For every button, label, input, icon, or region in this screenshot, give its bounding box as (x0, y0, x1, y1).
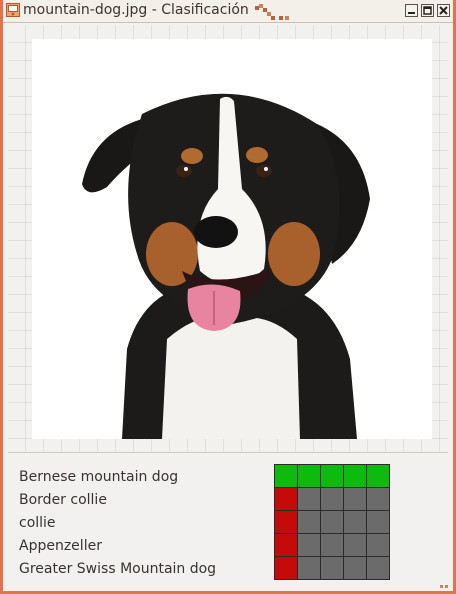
score-cell (321, 511, 343, 533)
title-bar[interactable]: mountain-dog.jpg - Clasificación (3, 0, 453, 23)
class-label: collie (19, 515, 56, 531)
score-cell (275, 511, 297, 533)
score-cell (367, 534, 389, 556)
minimize-icon (408, 12, 415, 14)
score-cell (344, 557, 366, 579)
score-cell (298, 534, 320, 556)
minimize-button[interactable] (405, 4, 418, 17)
resize-grip-icon[interactable] (440, 582, 450, 588)
score-cell (275, 557, 297, 579)
score-cell (367, 511, 389, 533)
app-window: mountain-dog.jpg - Clasificación Bernese… (0, 0, 456, 594)
maximize-button[interactable] (421, 4, 434, 17)
image-panel (8, 25, 448, 453)
score-cell (344, 534, 366, 556)
close-icon (439, 6, 448, 15)
score-cell (321, 465, 343, 487)
score-cell (321, 534, 343, 556)
class-label: Border collie (19, 492, 107, 508)
score-cell (298, 488, 320, 510)
score-cell (367, 465, 389, 487)
score-cell (298, 465, 320, 487)
score-cell (275, 465, 297, 487)
score-cell (344, 511, 366, 533)
class-label: Appenzeller (19, 538, 102, 554)
titlebar-decoration-icon (255, 4, 289, 20)
score-cell (298, 557, 320, 579)
close-button[interactable] (437, 4, 450, 17)
score-cell (275, 534, 297, 556)
score-cell (321, 488, 343, 510)
maximize-icon (423, 6, 432, 15)
score-cell (344, 465, 366, 487)
window-title: mountain-dog.jpg - Clasificación (23, 2, 249, 18)
score-cell (367, 557, 389, 579)
class-label: Greater Swiss Mountain dog (19, 561, 217, 577)
score-cell (344, 488, 366, 510)
score-cell (275, 488, 297, 510)
score-cell (321, 557, 343, 579)
score-cell (298, 511, 320, 533)
dog-photo (32, 39, 432, 439)
score-cell (367, 488, 389, 510)
image-file-icon (6, 3, 20, 17)
class-labels: Bernese mountain dog Border collie colli… (19, 466, 269, 581)
score-grid (274, 464, 390, 580)
class-label: Bernese mountain dog (19, 469, 179, 485)
